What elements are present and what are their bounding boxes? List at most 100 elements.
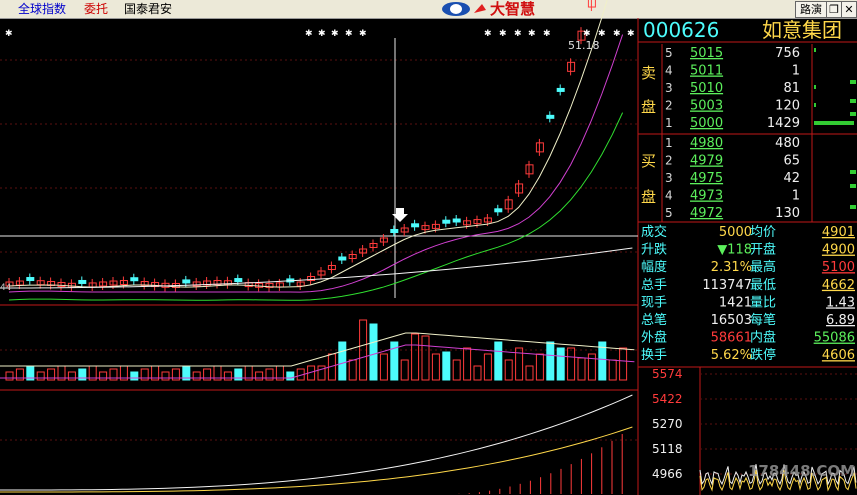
- ma-line-short: [8, 0, 608, 288]
- volume-bar[interactable]: [36, 371, 45, 381]
- stat-label: 幅度: [641, 259, 667, 275]
- sell-price[interactable]: 5015: [690, 46, 723, 61]
- stat-value: 5000: [719, 225, 752, 240]
- sell-volume: 756: [775, 46, 800, 61]
- stat-label: 最低: [750, 278, 776, 293]
- volume-bar[interactable]: [577, 357, 586, 381]
- buy-price[interactable]: 4979: [690, 154, 723, 169]
- volume-bar[interactable]: [255, 371, 264, 381]
- stat-label: 总手: [641, 278, 667, 293]
- volume-bar[interactable]: [473, 365, 482, 381]
- candle[interactable]: [130, 277, 139, 282]
- volume-bar[interactable]: [5, 371, 14, 381]
- volume-bar[interactable]: [338, 341, 347, 381]
- volume-bar[interactable]: [161, 371, 170, 381]
- signal-star-icon: ✱: [484, 29, 492, 39]
- candle[interactable]: [182, 279, 191, 284]
- stat-label: 最高: [750, 259, 776, 275]
- candle[interactable]: [26, 277, 35, 282]
- stat-value: 6.89: [826, 313, 855, 328]
- buy-price[interactable]: 4980: [690, 136, 723, 151]
- candle[interactable]: [452, 218, 461, 223]
- volume-bar[interactable]: [504, 359, 513, 381]
- volume-bar[interactable]: [535, 353, 544, 381]
- sell-price[interactable]: 5011: [690, 64, 723, 79]
- candle[interactable]: [338, 256, 347, 261]
- sell-price[interactable]: 5003: [690, 99, 723, 114]
- indicator-line: [0, 426, 633, 493]
- sell-price[interactable]: 5000: [690, 116, 723, 131]
- order-level: 1: [665, 116, 673, 130]
- candle[interactable]: [494, 208, 503, 213]
- signal-star-icon: ✱: [627, 29, 635, 39]
- candle[interactable]: [411, 223, 420, 228]
- indicator-line: [0, 394, 633, 491]
- signal-star-icon: ✱: [598, 29, 606, 39]
- signal-star-icon: ✱: [613, 29, 621, 39]
- candlestick-chart[interactable]: ✱ ✱ ✱ ✱ ✱ ✱ ✱ ✱ ✱ ✱ ✱ ✱ ✱ ✱ ✱51.1844: [0, 0, 635, 301]
- stat-value: 58661: [711, 331, 752, 346]
- ma-line-long: [8, 112, 624, 301]
- mini-y-tick: 5118: [652, 442, 683, 456]
- signal-star-icon: ✱: [583, 29, 591, 39]
- candle[interactable]: [78, 279, 87, 284]
- stat-label: 换手: [641, 348, 667, 363]
- buy-volume: 42: [783, 171, 800, 186]
- volume-bar[interactable]: [286, 371, 295, 381]
- candle[interactable]: [556, 87, 565, 92]
- volume-bar[interactable]: [400, 359, 409, 381]
- volume-bar[interactable]: [379, 353, 388, 381]
- stat-label: 均价: [750, 225, 776, 240]
- sell-label: 盘: [641, 98, 656, 116]
- volume-bar[interactable]: [442, 351, 451, 381]
- candle[interactable]: [390, 229, 399, 233]
- volume-bar[interactable]: [567, 347, 576, 381]
- stat-value: 55086: [814, 331, 855, 346]
- volume-bar[interactable]: [411, 333, 420, 381]
- volume-bar[interactable]: [67, 371, 76, 381]
- buy-price[interactable]: 4973: [690, 189, 723, 204]
- volume-bar[interactable]: [494, 341, 503, 381]
- indicator-chart[interactable]: [0, 394, 633, 494]
- volume-bar[interactable]: [130, 371, 139, 381]
- candle[interactable]: [546, 114, 555, 119]
- stat-label: 升跌: [641, 242, 667, 258]
- volume-tick-bar: [814, 121, 854, 125]
- buy-price[interactable]: 4975: [690, 171, 723, 186]
- sell-volume: 81: [783, 81, 800, 96]
- volume-bar[interactable]: [556, 347, 565, 381]
- volume-bar[interactable]: [192, 371, 201, 381]
- volume-bar[interactable]: [223, 371, 232, 381]
- volume-bar[interactable]: [99, 371, 108, 381]
- intraday-mini-chart[interactable]: 5574 5422 5270 5118 4966 178448.COM: [652, 367, 857, 492]
- stat-label: 量比: [750, 295, 776, 310]
- volume-bar[interactable]: [619, 347, 628, 381]
- sell-price[interactable]: 5010: [690, 81, 723, 96]
- candle[interactable]: [234, 278, 243, 283]
- stat-value: 4662: [822, 278, 855, 293]
- volume-bar[interactable]: [348, 359, 357, 381]
- candle[interactable]: [442, 219, 451, 224]
- signal-star-icon: ✱: [514, 29, 522, 39]
- volume-bar[interactable]: [546, 341, 555, 381]
- buy-volume: 130: [775, 206, 800, 221]
- volume-bar[interactable]: [483, 353, 492, 381]
- order-level: 1: [665, 136, 673, 150]
- buy-volume: 65: [783, 154, 800, 169]
- volume-bar[interactable]: [421, 335, 430, 381]
- volume-bar[interactable]: [608, 359, 617, 381]
- order-level: 3: [665, 81, 673, 95]
- volume-bar[interactable]: [369, 323, 378, 381]
- buy-price[interactable]: 4972: [690, 206, 723, 221]
- sell-label: 卖: [641, 64, 656, 82]
- volume-bar[interactable]: [525, 365, 534, 381]
- watermark: 178448.COM: [748, 462, 855, 480]
- buy-label: 盘: [641, 188, 656, 206]
- volume-bar[interactable]: [463, 347, 472, 381]
- stat-value: ▼118: [717, 243, 752, 258]
- volume-tick-bar: [814, 48, 816, 52]
- order-level: 3: [665, 171, 673, 185]
- volume-bar[interactable]: [452, 359, 461, 381]
- stat-label: 现手: [641, 295, 667, 310]
- volume-bar[interactable]: [431, 353, 440, 381]
